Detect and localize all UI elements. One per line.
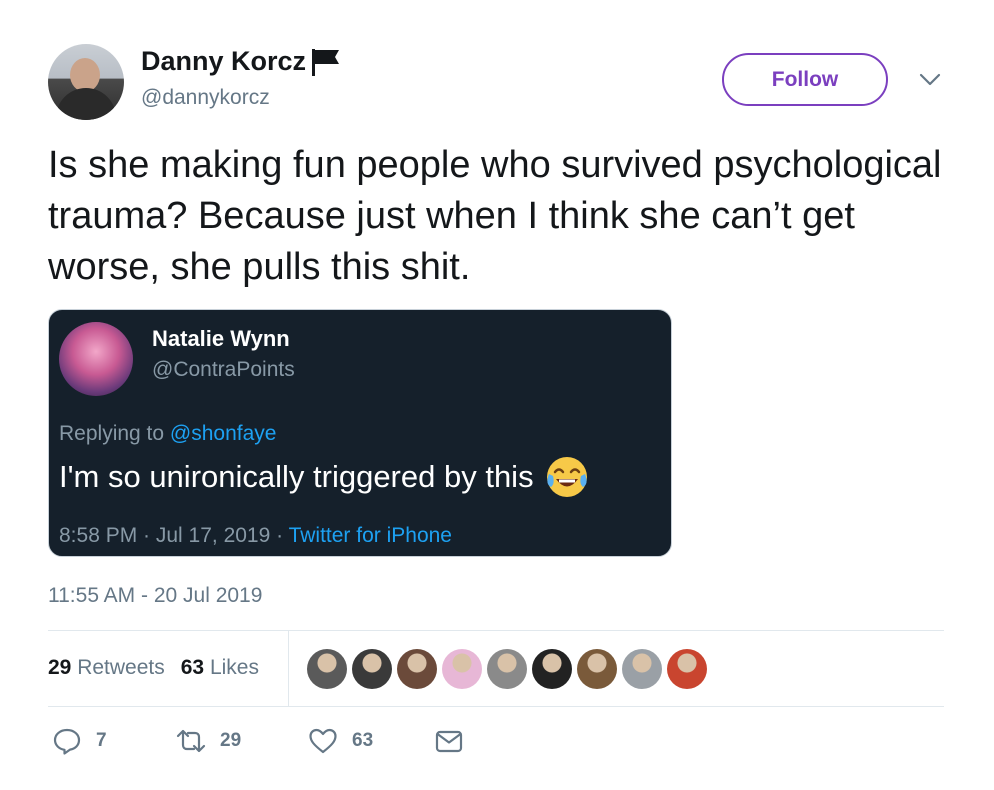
follow-button[interactable]: Follow bbox=[722, 53, 888, 106]
liker-avatar[interactable] bbox=[532, 649, 572, 689]
replying-mention: @shonfaye bbox=[169, 422, 277, 445]
retweet-count: 29 bbox=[220, 730, 242, 751]
liker-avatars bbox=[307, 649, 707, 689]
retweet-icon bbox=[176, 729, 206, 753]
embedded-meta: 8:58 PM · Jul 17, 2019 · Twitter for iPh… bbox=[59, 524, 452, 548]
like-button[interactable]: 63 bbox=[308, 726, 373, 756]
embedded-handle: @ContraPoints bbox=[152, 358, 295, 381]
liker-avatar[interactable] bbox=[622, 649, 662, 689]
like-count: 63 bbox=[352, 730, 374, 751]
author-display-name[interactable]: Danny Korcz bbox=[141, 46, 306, 77]
flag-icon bbox=[312, 48, 340, 76]
retweets-stat[interactable]: 29 Retweets bbox=[48, 656, 165, 680]
direct-message-button[interactable] bbox=[434, 726, 464, 756]
tweet-text: Is she making fun people who survived ps… bbox=[48, 144, 942, 288]
likes-count: 63 bbox=[180, 656, 205, 679]
replying-prefix: Replying to bbox=[59, 422, 170, 445]
embedded-text-content: I'm so unironically triggered by this bbox=[59, 459, 534, 494]
likes-stat[interactable]: 63 Likes bbox=[181, 656, 259, 680]
reply-count: 7 bbox=[96, 730, 107, 751]
liker-avatar[interactable] bbox=[397, 649, 437, 689]
retweets-label: Retweets bbox=[77, 656, 165, 679]
reply-button[interactable]: 7 bbox=[52, 726, 107, 756]
laughing-emoji-icon bbox=[546, 457, 587, 497]
embedded-avatar bbox=[59, 322, 133, 396]
divider-top bbox=[48, 630, 944, 631]
embedded-tweet-screenshot[interactable]: Natalie Wynn @ContraPoints Replying to @… bbox=[48, 309, 672, 557]
liker-avatar[interactable] bbox=[442, 649, 482, 689]
engagement-stats: 29 Retweets 63 Likes bbox=[48, 656, 259, 680]
embedded-timestamp: 8:58 PM · Jul 17, 2019 · bbox=[59, 524, 289, 547]
embedded-replying-to: Replying to @shonfaye bbox=[59, 422, 276, 446]
retweets-count: 29 bbox=[48, 656, 72, 679]
retweet-button[interactable]: 29 bbox=[176, 726, 241, 756]
likes-label: Likes bbox=[209, 656, 259, 679]
chevron-down-icon[interactable] bbox=[919, 72, 941, 88]
liker-avatar[interactable] bbox=[487, 649, 527, 689]
divider-bottom bbox=[48, 706, 944, 707]
message-icon bbox=[435, 730, 463, 753]
heart-icon bbox=[309, 728, 337, 754]
liker-avatar[interactable] bbox=[307, 649, 347, 689]
tweet-card: Danny Korcz @dannykorcz Follow Is she ma… bbox=[0, 0, 994, 790]
liker-avatar[interactable] bbox=[667, 649, 707, 689]
embedded-display-name: Natalie Wynn bbox=[152, 326, 290, 351]
author-name-row: Danny Korcz bbox=[141, 46, 342, 77]
liker-avatar[interactable] bbox=[577, 649, 617, 689]
liker-avatar[interactable] bbox=[352, 649, 392, 689]
tweet-timestamp[interactable]: 11:55 AM - 20 Jul 2019 bbox=[48, 584, 262, 608]
author-avatar[interactable] bbox=[48, 44, 124, 120]
stats-divider bbox=[288, 631, 289, 706]
reply-icon bbox=[53, 728, 81, 755]
author-handle[interactable]: @dannykorcz bbox=[141, 86, 270, 110]
embedded-tweet-text: I'm so unironically triggered by this bbox=[59, 454, 590, 500]
embedded-source: Twitter for iPhone bbox=[288, 524, 452, 547]
